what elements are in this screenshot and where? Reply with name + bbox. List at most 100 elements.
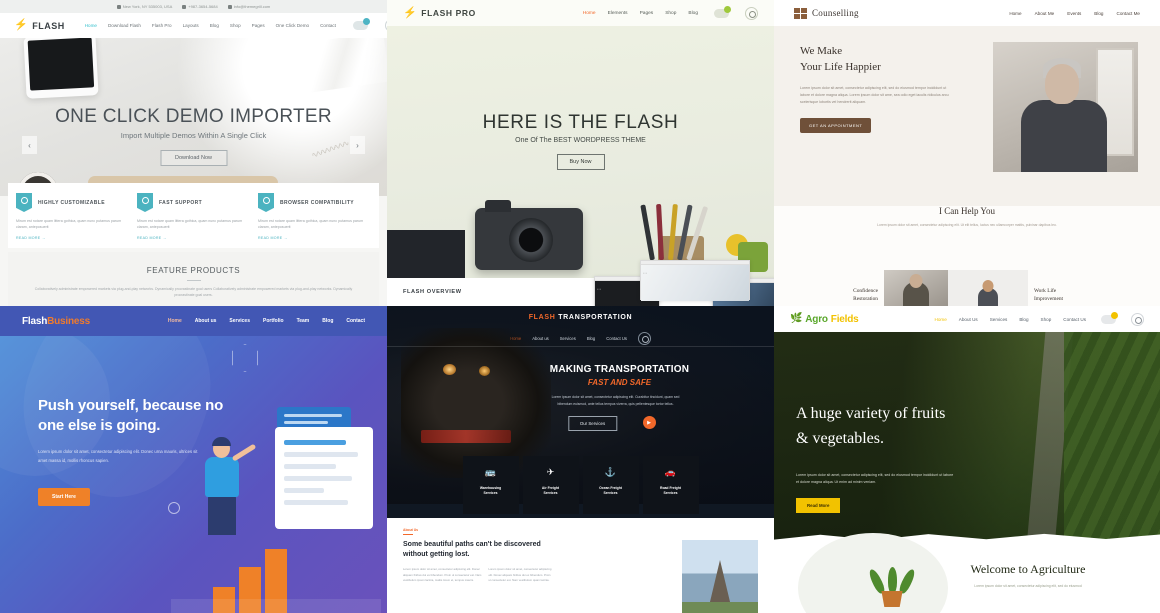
- nav-item-contact[interactable]: Contact: [320, 23, 336, 28]
- nav-item-flash-pro[interactable]: Flash Pro: [152, 23, 172, 28]
- read-more-link[interactable]: READ MORE →: [16, 236, 129, 240]
- hero-slider: ∿∿∿∿∿∿∿∿ ONE CLICK DEMO IMPORTER Import …: [0, 31, 387, 220]
- slider-prev-arrow[interactable]: ‹: [22, 136, 37, 154]
- nav-item-blog[interactable]: Blog: [587, 336, 595, 341]
- nav-item-contact-us[interactable]: Contact Us: [606, 336, 627, 341]
- feature-products-title: FEATURE PRODUCTS: [146, 266, 241, 275]
- cart-icon[interactable]: [1101, 311, 1118, 324]
- logo-flash-pro[interactable]: ⚡ FLASH PRO: [403, 6, 476, 19]
- main-nav: Home About Me Events Blog Contact Me: [1009, 11, 1140, 16]
- read-more-link[interactable]: READ MORE →: [137, 236, 250, 240]
- nav-item-about-us[interactable]: About us: [195, 318, 217, 324]
- service-cards: Confidence Restoration Work Life Improveme…: [774, 268, 1160, 306]
- read-more-button[interactable]: Read More: [796, 498, 841, 513]
- about-col2: Lorem ipsum dolor sit amet, consectetur …: [488, 567, 552, 583]
- service-box[interactable]: ⚓ Ocean Freight Services: [582, 456, 639, 514]
- feature-desc: Mirum est notare quam littera gothica, q…: [258, 219, 364, 230]
- nav-item-shop[interactable]: Shop: [665, 11, 676, 16]
- nav-item-about-me[interactable]: About Me: [1035, 11, 1055, 16]
- brand-text[interactable]: Counselling: [812, 8, 859, 18]
- nav-item-blog[interactable]: Blog: [210, 23, 219, 28]
- logo-flashbusiness[interactable]: FlashBusiness: [22, 316, 90, 327]
- hero-title-line1: A huge variety of fruits: [796, 405, 946, 422]
- our-services-button[interactable]: Our Services: [567, 416, 618, 431]
- logo-flash[interactable]: ⚡ FLASH: [14, 20, 65, 31]
- brand-text: FLASH PRO: [421, 8, 476, 18]
- grass-shape: [682, 602, 758, 613]
- theme-demo-gallery: New York, NY 535003, USA +987-3654-5684 …: [0, 0, 1160, 613]
- nav-item-services[interactable]: Services: [229, 318, 250, 324]
- nav-item-home[interactable]: Home: [935, 317, 947, 322]
- nav-item-shop[interactable]: Shop: [1041, 317, 1052, 322]
- cart-icon[interactable]: [714, 5, 731, 18]
- nav-item-contact-me[interactable]: Contact Me: [1117, 11, 1141, 16]
- nav-item-shop[interactable]: Shop: [230, 23, 241, 28]
- search-icon[interactable]: [745, 6, 758, 20]
- main-nav: Home About Us Services Blog Shop Contact…: [935, 311, 1144, 326]
- nav-item-home[interactable]: Home: [583, 11, 596, 16]
- service-box[interactable]: 🚗 Road Freight Services: [642, 456, 699, 514]
- nav-item-layouts[interactable]: Layouts: [183, 23, 199, 28]
- nav-item-one-click-demo[interactable]: One Click Demo: [276, 23, 309, 28]
- person-legs: [208, 495, 236, 535]
- panel-flashbusiness[interactable]: FlashBusiness Home About us Services Por…: [0, 306, 387, 613]
- plane-icon: ✈: [546, 467, 555, 477]
- logo-agrofields[interactable]: 🌿 Agro Fields: [790, 314, 859, 325]
- flash-overview-bar: FLASH OVERVIEW: [387, 260, 774, 306]
- nav-item-blog[interactable]: Blog: [688, 11, 698, 16]
- mail-icon: [227, 4, 232, 9]
- nav-item-services[interactable]: Services: [990, 317, 1008, 322]
- get-appointment-button[interactable]: GET AN APPOINTMENT: [800, 117, 872, 133]
- nav-item-home[interactable]: Home: [168, 318, 182, 324]
- leaf-icon: 🌿: [790, 313, 803, 324]
- service-box[interactable]: 🚌 Warehousing Services: [462, 456, 519, 514]
- logo-flash-transportation[interactable]: FLASH TRANSPORTATION: [387, 314, 774, 321]
- hero-section: A huge variety of fruits & vegetables. L…: [774, 332, 1160, 546]
- pens-photo: [640, 184, 709, 261]
- nav-item-blog[interactable]: Blog: [1094, 11, 1103, 16]
- feature-head: BROWSER COMPATIBILITY: [258, 193, 371, 212]
- search-icon[interactable]: [1131, 312, 1144, 326]
- play-icon[interactable]: ▶: [642, 416, 656, 429]
- nav-item-about-us[interactable]: About Us: [959, 317, 978, 322]
- nav-item-blog[interactable]: Blog: [1019, 317, 1028, 322]
- nav-item-blog[interactable]: Blog: [322, 318, 333, 324]
- panel-flash-pro[interactable]: ⚡ FLASH PRO Home Elements Pages Shop Blog…: [387, 0, 774, 306]
- hero-title: HERE IS THE FLASH: [482, 112, 679, 133]
- nav-item-portfolio[interactable]: Portfolio: [263, 318, 284, 324]
- welcome-copy: Welcome to Agriculture Lorem ipsum dolor…: [912, 562, 1144, 590]
- panel-flash[interactable]: New York, NY 535003, USA +987-3654-5684 …: [0, 0, 387, 306]
- topbar-phone-text: +987-3654-5684: [188, 4, 218, 9]
- nav-item-pages[interactable]: Pages: [252, 23, 265, 28]
- panel-agrofields[interactable]: 🌿 Agro Fields Home About Us Services Blog …: [774, 306, 1160, 613]
- bolt-icon: ⚡: [403, 6, 418, 19]
- nav-item-download-flash[interactable]: Download Flash: [108, 23, 141, 28]
- slider-next-arrow[interactable]: ›: [350, 136, 365, 154]
- panel-flash-transportation[interactable]: FLASH TRANSPORTATION Home About us Servi…: [387, 306, 774, 613]
- hexagon-icon: [232, 344, 258, 372]
- nav-item-home[interactable]: Home: [85, 23, 97, 28]
- hero-title: A huge variety of fruits & vegetables.: [796, 402, 1006, 452]
- truck-icon: 🚗: [664, 467, 677, 477]
- topbar-location-text: New York, NY 535003, USA: [122, 4, 173, 9]
- start-here-button[interactable]: Start Here: [38, 488, 90, 506]
- nav-item-home[interactable]: Home: [1009, 11, 1021, 16]
- service-box[interactable]: ✈ Air Freight Services: [522, 456, 579, 514]
- nav-item-elements[interactable]: Elements: [608, 11, 628, 16]
- nav-item-contact[interactable]: Contact: [346, 318, 365, 324]
- nav-item-pages[interactable]: Pages: [640, 11, 654, 16]
- nav-item-services[interactable]: Services: [560, 336, 576, 341]
- cart-icon[interactable]: [352, 18, 370, 30]
- feature-head: HIGHLY CUSTOMIZABLE: [16, 193, 129, 212]
- help-desc: Lorem ipsum dolor sit amet, consectetur …: [877, 223, 1057, 227]
- panel-counselling[interactable]: Counselling Home About Me Events Blog Co…: [774, 0, 1160, 306]
- welcome-title: Welcome to Agriculture: [970, 562, 1086, 576]
- download-now-button[interactable]: Download Now: [160, 150, 227, 166]
- nav-item-events[interactable]: Events: [1067, 11, 1081, 16]
- nav-item-team[interactable]: Team: [297, 318, 310, 324]
- train-red-stripe: [421, 430, 511, 443]
- search-icon[interactable]: [637, 332, 651, 345]
- read-more-link[interactable]: READ MORE →: [258, 236, 371, 240]
- site-header: Counselling Home About Me Events Blog Co…: [774, 0, 1160, 26]
- nav-item-contact-us[interactable]: Contact Us: [1063, 317, 1086, 322]
